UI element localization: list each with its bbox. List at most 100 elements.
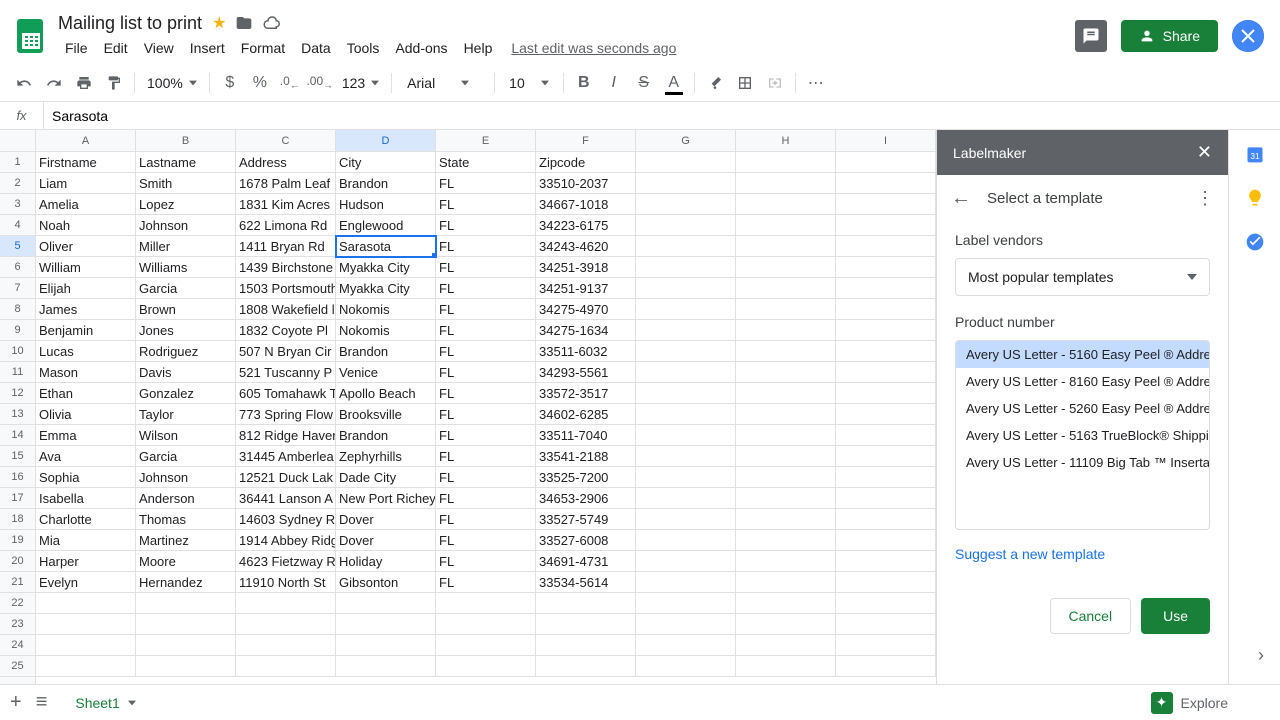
close-icon[interactable]: ✕: [1197, 142, 1212, 163]
cell[interactable]: Firstname: [36, 152, 136, 173]
cell[interactable]: Miller: [136, 236, 236, 257]
cell[interactable]: Davis: [136, 362, 236, 383]
cell[interactable]: [736, 530, 836, 551]
number-format-select[interactable]: 123: [336, 75, 385, 91]
cell[interactable]: 34275-4970: [536, 299, 636, 320]
cell[interactable]: [636, 635, 736, 656]
cell[interactable]: Liam: [36, 173, 136, 194]
cell[interactable]: [636, 299, 736, 320]
formula-input[interactable]: [44, 102, 1280, 129]
cell[interactable]: [36, 593, 136, 614]
cell[interactable]: 33525-7200: [536, 467, 636, 488]
cell[interactable]: 1678 Palm Leaf: [236, 173, 336, 194]
cell[interactable]: 34243-4620: [536, 236, 636, 257]
cell[interactable]: [236, 614, 336, 635]
cell[interactable]: 36441 Lanson A: [236, 488, 336, 509]
cell[interactable]: [836, 593, 936, 614]
cell[interactable]: Benjamin: [36, 320, 136, 341]
cell[interactable]: 1808 Wakefield l: [236, 299, 336, 320]
cell[interactable]: [736, 572, 836, 593]
cell[interactable]: [636, 383, 736, 404]
cell[interactable]: [636, 236, 736, 257]
cell[interactable]: Gibsonton: [336, 572, 436, 593]
column-header[interactable]: D: [336, 130, 436, 151]
row-header[interactable]: 4: [0, 215, 35, 236]
cell[interactable]: Englewood: [336, 215, 436, 236]
cell[interactable]: Lastname: [136, 152, 236, 173]
cell[interactable]: [736, 341, 836, 362]
cell[interactable]: [336, 656, 436, 677]
cell[interactable]: Hudson: [336, 194, 436, 215]
product-item[interactable]: Avery US Letter - 5163 TrueBlock® Shippi: [956, 422, 1209, 449]
fx-icon[interactable]: fx: [0, 102, 44, 129]
cell[interactable]: FL: [436, 551, 536, 572]
cell[interactable]: Ethan: [36, 383, 136, 404]
cell[interactable]: Apollo Beach: [336, 383, 436, 404]
cell[interactable]: [736, 173, 836, 194]
column-header[interactable]: G: [636, 130, 736, 151]
cell[interactable]: [836, 509, 936, 530]
fill-color-icon[interactable]: [701, 69, 729, 97]
cell[interactable]: [736, 509, 836, 530]
suggest-template-link[interactable]: Suggest a new template: [955, 546, 1210, 562]
bold-icon[interactable]: B: [570, 69, 598, 97]
row-header[interactable]: 3: [0, 194, 35, 215]
cell[interactable]: 1832 Coyote Pl: [236, 320, 336, 341]
back-icon[interactable]: ←: [951, 187, 971, 210]
column-header[interactable]: F: [536, 130, 636, 151]
share-button[interactable]: Share: [1121, 20, 1218, 52]
cell[interactable]: 33527-6008: [536, 530, 636, 551]
cell[interactable]: Ava: [36, 446, 136, 467]
cell[interactable]: [636, 257, 736, 278]
cell[interactable]: Brown: [136, 299, 236, 320]
font-size-select[interactable]: 10: [501, 73, 557, 93]
cell[interactable]: [336, 593, 436, 614]
cell[interactable]: 33510-2037: [536, 173, 636, 194]
cell[interactable]: [736, 362, 836, 383]
cell[interactable]: [736, 488, 836, 509]
cell[interactable]: Mason: [36, 362, 136, 383]
column-header[interactable]: E: [436, 130, 536, 151]
cell[interactable]: [536, 614, 636, 635]
cell[interactable]: 33527-5749: [536, 509, 636, 530]
cell[interactable]: [736, 467, 836, 488]
cell[interactable]: [36, 635, 136, 656]
cell[interactable]: [836, 278, 936, 299]
menu-tools[interactable]: Tools: [340, 36, 387, 60]
cell[interactable]: [636, 593, 736, 614]
cell[interactable]: 1831 Kim Acres: [236, 194, 336, 215]
cell[interactable]: [636, 551, 736, 572]
print-icon[interactable]: [70, 69, 98, 97]
cell[interactable]: [636, 152, 736, 173]
cell[interactable]: [636, 362, 736, 383]
cell[interactable]: [536, 635, 636, 656]
menu-insert[interactable]: Insert: [183, 36, 232, 60]
cell[interactable]: [136, 593, 236, 614]
product-item[interactable]: Avery US Letter - 8160 Easy Peel ® Addre: [956, 368, 1209, 395]
cell[interactable]: [136, 656, 236, 677]
cell[interactable]: [636, 215, 736, 236]
cell[interactable]: Jones: [136, 320, 236, 341]
row-header[interactable]: 20: [0, 551, 35, 572]
cell[interactable]: Thomas: [136, 509, 236, 530]
move-icon[interactable]: [236, 15, 252, 31]
cell[interactable]: Brandon: [336, 341, 436, 362]
row-header[interactable]: 2: [0, 173, 35, 194]
row-header[interactable]: 9: [0, 320, 35, 341]
column-header[interactable]: C: [236, 130, 336, 151]
cell[interactable]: [836, 236, 936, 257]
cell[interactable]: FL: [436, 572, 536, 593]
row-header[interactable]: 18: [0, 509, 35, 530]
cell[interactable]: Noah: [36, 215, 136, 236]
cell[interactable]: [536, 656, 636, 677]
cell[interactable]: James: [36, 299, 136, 320]
cell[interactable]: Wilson: [136, 425, 236, 446]
cell[interactable]: Olivia: [36, 404, 136, 425]
cell[interactable]: Mia: [36, 530, 136, 551]
cell[interactable]: Moore: [136, 551, 236, 572]
cell[interactable]: 34653-2906: [536, 488, 636, 509]
all-sheets-icon[interactable]: ≡: [36, 691, 48, 714]
cell[interactable]: 34223-6175: [536, 215, 636, 236]
cell[interactable]: 12521 Duck Lak: [236, 467, 336, 488]
cell[interactable]: [636, 425, 736, 446]
